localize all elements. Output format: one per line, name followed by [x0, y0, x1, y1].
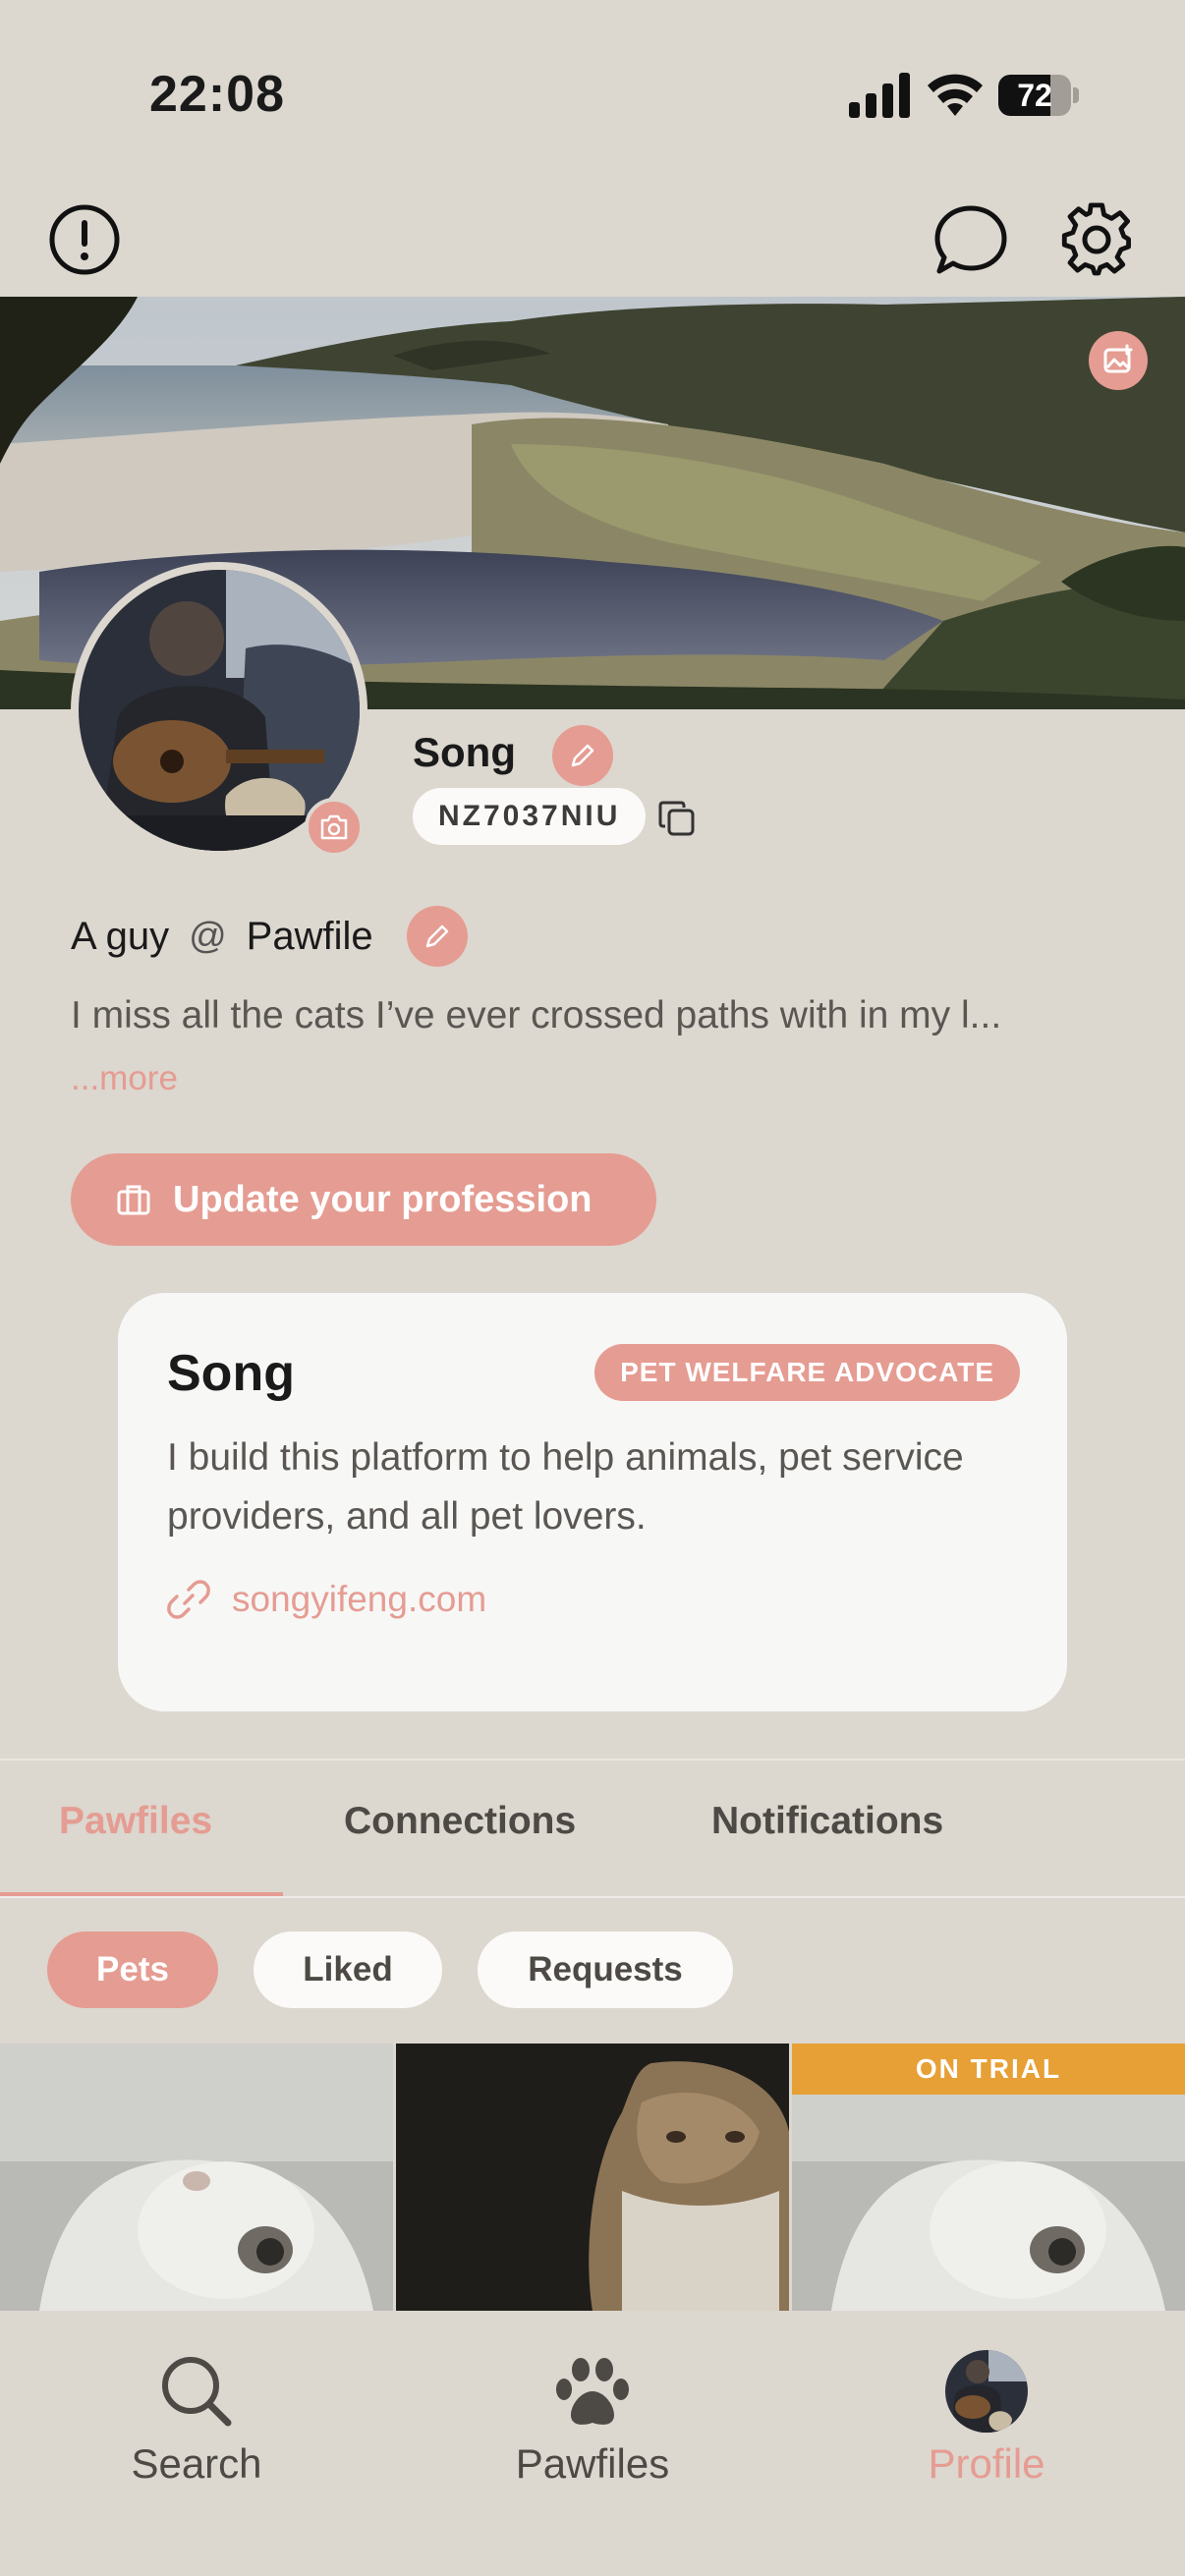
cellular-signal-icon — [849, 73, 910, 118]
update-profession-label: Update your profession — [173, 1178, 592, 1220]
search-icon — [162, 2357, 232, 2427]
card-description: I build this platform to help animals, p… — [167, 1436, 964, 1538]
user-id-badge: NZ7037NIU — [413, 788, 647, 845]
bio-more-link[interactable]: ...more — [71, 1059, 178, 1098]
profile-name: Song — [413, 729, 516, 775]
paw-icon — [556, 2358, 629, 2425]
nav-pawfiles[interactable]: Pawfiles — [445, 2350, 740, 2488]
pencil-icon — [571, 744, 594, 767]
battery-indicator: 72 — [998, 75, 1079, 116]
nav-pawfiles-label: Pawfiles — [515, 2440, 670, 2487]
camera-icon — [320, 814, 348, 840]
tagline-role: A guy — [71, 914, 170, 958]
tabs-divider — [0, 1759, 1185, 1761]
tagline-place: Pawfile — [246, 914, 373, 958]
card-website-link[interactable]: songyifeng.com — [167, 1578, 486, 1621]
card-name: Song — [167, 1345, 295, 1402]
update-profession-button[interactable]: Update your profession — [71, 1153, 656, 1246]
tagline-at: @ — [189, 915, 227, 957]
bio-text: I miss all the cats I’ve ever crossed pa… — [71, 994, 1002, 1036]
chat-icon[interactable] — [933, 202, 1008, 277]
edit-tagline-button[interactable] — [406, 906, 468, 967]
battery-percent: 72 — [1017, 78, 1052, 113]
card-website-text: songyifeng.com — [232, 1579, 487, 1619]
copy-icon[interactable] — [656, 798, 698, 839]
status-time: 22:08 — [149, 66, 285, 123]
tab-pawfiles[interactable]: Pawfiles — [59, 1800, 212, 1843]
briefcase-icon — [117, 1185, 150, 1215]
chip-liked[interactable]: Liked — [254, 1932, 442, 2008]
avatar — [945, 2350, 1028, 2433]
change-avatar-button[interactable] — [305, 798, 364, 857]
link-icon — [167, 1580, 210, 1619]
settings-icon[interactable] — [1059, 202, 1134, 277]
edit-name-button[interactable] — [552, 725, 613, 786]
profession-card: Song PET WELFARE ADVOCATE I build this p… — [118, 1293, 1067, 1711]
wifi-icon — [928, 74, 983, 116]
tagline: A guy @ Pawfile — [71, 906, 468, 967]
on-trial-badge: ON TRIAL — [792, 2044, 1185, 2095]
nav-profile-label: Profile — [928, 2440, 1045, 2487]
pet-thumbnail[interactable] — [0, 2044, 393, 2311]
pet-thumbnail[interactable] — [396, 2044, 789, 2311]
report-icon[interactable] — [47, 202, 122, 277]
change-cover-button[interactable] — [1089, 331, 1148, 390]
nav-search[interactable]: Search — [49, 2350, 344, 2488]
pencil-icon — [425, 924, 448, 948]
add-photo-icon — [1103, 344, 1133, 373]
profession-badge: PET WELFARE ADVOCATE — [594, 1344, 1020, 1401]
chip-pets[interactable]: Pets — [47, 1932, 218, 2008]
tabs-bottom-divider — [0, 1896, 1185, 1898]
tab-notifications[interactable]: Notifications — [711, 1800, 943, 1843]
chip-requests[interactable]: Requests — [478, 1932, 733, 2008]
tab-connections[interactable]: Connections — [344, 1800, 576, 1843]
nav-profile[interactable]: Profile — [839, 2350, 1134, 2488]
nav-search-label: Search — [131, 2440, 262, 2487]
